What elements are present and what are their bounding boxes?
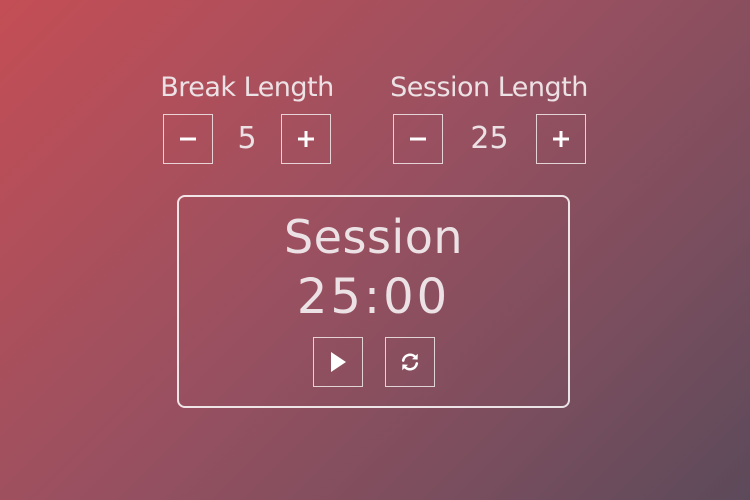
timer-controls xyxy=(313,337,438,389)
minus-icon xyxy=(410,137,426,141)
break-length-controls: 5 xyxy=(163,114,331,166)
play-icon xyxy=(331,352,346,372)
reset-button[interactable] xyxy=(385,337,435,387)
break-increment-button[interactable] xyxy=(281,114,331,164)
refresh-icon xyxy=(401,353,419,371)
session-increment-button[interactable] xyxy=(536,114,586,164)
break-length-control: Break Length 5 xyxy=(148,70,346,164)
plus-icon xyxy=(553,131,569,147)
session-length-controls: 25 xyxy=(393,114,586,166)
session-length-value: 25 xyxy=(470,121,509,156)
plus-icon xyxy=(298,131,314,147)
minus-icon xyxy=(180,137,196,141)
start-stop-button[interactable] xyxy=(313,337,363,387)
break-length-label: Break Length xyxy=(160,72,334,103)
timer-panel: Session 25:00 xyxy=(177,195,570,408)
break-decrement-button[interactable] xyxy=(163,114,213,164)
timer-display: 25:00 xyxy=(296,269,451,325)
break-length-value: 5 xyxy=(237,121,257,156)
timer-label: Session xyxy=(283,210,463,264)
session-length-label: Session Length xyxy=(390,72,588,103)
session-length-control: Session Length 25 xyxy=(376,70,602,164)
session-decrement-button[interactable] xyxy=(393,114,443,164)
